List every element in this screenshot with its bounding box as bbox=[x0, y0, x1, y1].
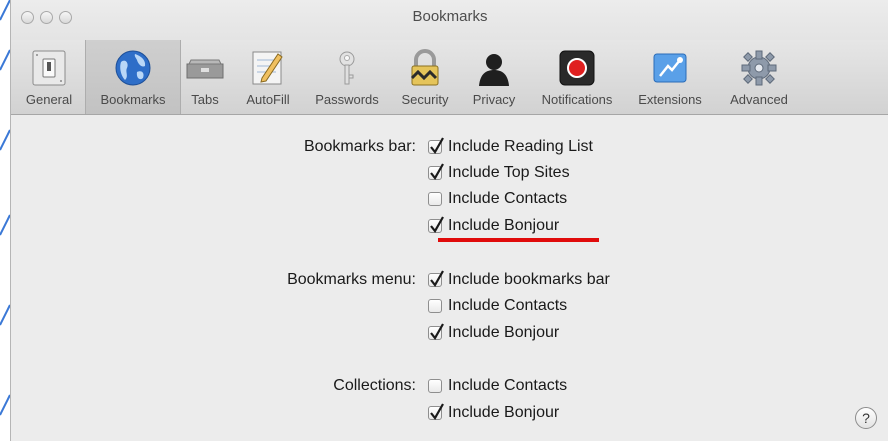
help-button[interactable]: ? bbox=[855, 407, 877, 429]
tab-label: Bookmarks bbox=[100, 92, 166, 107]
checkbox-include-bonjour-bar[interactable]: Include Bonjour bbox=[428, 215, 559, 237]
checkbox[interactable] bbox=[428, 163, 444, 180]
checkbox[interactable] bbox=[428, 270, 444, 287]
checkbox-include-bookmarks-bar[interactable]: Include bookmarks bar bbox=[428, 269, 610, 291]
checkbox[interactable] bbox=[428, 323, 444, 340]
tab-label: Security bbox=[401, 92, 449, 107]
tab-label: Advanced bbox=[730, 92, 788, 107]
checkbox[interactable] bbox=[428, 137, 444, 154]
bookmarks-menu-label: Bookmarks menu: bbox=[287, 271, 416, 288]
tab-label: Privacy bbox=[472, 92, 516, 107]
checkbox-label: Include Contacts bbox=[448, 297, 568, 314]
silhouette-icon bbox=[479, 54, 509, 86]
padlock-icon bbox=[410, 49, 439, 86]
tabs-icon bbox=[186, 59, 224, 79]
red-highlight-underline bbox=[438, 238, 599, 242]
bookmarks-bar-label: Bookmarks bar: bbox=[303, 138, 416, 155]
checkbox-label: Include Bonjour bbox=[448, 217, 560, 234]
record-icon bbox=[559, 50, 595, 86]
checkbox-include-top-sites[interactable]: Include Top Sites bbox=[428, 162, 570, 184]
tab-label: General bbox=[25, 92, 73, 107]
title-bar: Bookmarks bbox=[11, 0, 888, 40]
checkbox-label: Include Contacts bbox=[448, 377, 568, 394]
tab-label: AutoFill bbox=[246, 92, 290, 107]
preferences-toolbar: General Bookmarks Tabs AutoFill Password… bbox=[11, 40, 888, 115]
puzzle-icon bbox=[653, 53, 687, 83]
tab-bookmarks[interactable]: Bookmarks bbox=[85, 40, 181, 114]
tab-extensions[interactable]: Extensions bbox=[629, 40, 711, 114]
checkbox[interactable] bbox=[428, 379, 442, 393]
checkbox-include-bonjour-menu[interactable]: Include Bonjour bbox=[428, 322, 559, 344]
checkbox-include-contacts-bar[interactable]: Include Contacts bbox=[428, 188, 567, 210]
tab-label: Notifications bbox=[541, 92, 613, 107]
checkbox[interactable] bbox=[428, 216, 444, 233]
tab-label: Extensions bbox=[638, 92, 702, 107]
pencil-form-icon bbox=[252, 51, 283, 85]
checkbox-label: Include Top Sites bbox=[448, 164, 570, 181]
tab-security[interactable]: Security bbox=[393, 40, 457, 114]
tab-label: Tabs bbox=[191, 92, 219, 107]
checkbox[interactable] bbox=[428, 403, 444, 420]
window-title: Bookmarks bbox=[412, 8, 488, 25]
checkbox-include-contacts-collections[interactable]: Include Contacts bbox=[428, 375, 567, 397]
tab-privacy[interactable]: Privacy bbox=[463, 40, 525, 114]
checkbox[interactable] bbox=[428, 192, 442, 206]
checkbox-label: Include bookmarks bar bbox=[448, 271, 610, 288]
gear-icon bbox=[741, 50, 777, 86]
preferences-window: Bookmarks General Bookmarks Tabs AutoFil… bbox=[10, 0, 888, 441]
collections-label: Collections: bbox=[333, 377, 416, 394]
key-icon bbox=[339, 51, 355, 85]
checkbox-include-reading-list[interactable]: Include Reading List bbox=[428, 136, 593, 158]
checkbox-include-bonjour-collections[interactable]: Include Bonjour bbox=[428, 402, 559, 424]
globe-icon bbox=[115, 50, 151, 86]
tab-label: Passwords bbox=[315, 92, 379, 107]
tab-autofill[interactable]: AutoFill bbox=[237, 40, 299, 114]
light-switch-icon bbox=[32, 50, 66, 86]
decorative-blue-lines bbox=[0, 0, 10, 416]
tab-advanced[interactable]: Advanced bbox=[721, 40, 797, 114]
checkbox-label: Include Bonjour bbox=[448, 404, 560, 421]
checkbox-include-contacts-menu[interactable]: Include Contacts bbox=[428, 295, 567, 317]
bookmarks-settings-panel: Bookmarks bar: Include Reading List Incl… bbox=[11, 115, 888, 441]
checkbox-label: Include Bonjour bbox=[448, 324, 560, 341]
tab-passwords[interactable]: Passwords bbox=[307, 40, 387, 114]
checkbox[interactable] bbox=[428, 299, 442, 313]
tab-tabs[interactable]: Tabs bbox=[183, 40, 227, 114]
checkbox-label: Include Contacts bbox=[448, 190, 568, 207]
checkbox-label: Include Reading List bbox=[448, 138, 593, 155]
tab-general[interactable]: General bbox=[15, 40, 83, 114]
tab-notifications[interactable]: Notifications bbox=[527, 40, 627, 114]
